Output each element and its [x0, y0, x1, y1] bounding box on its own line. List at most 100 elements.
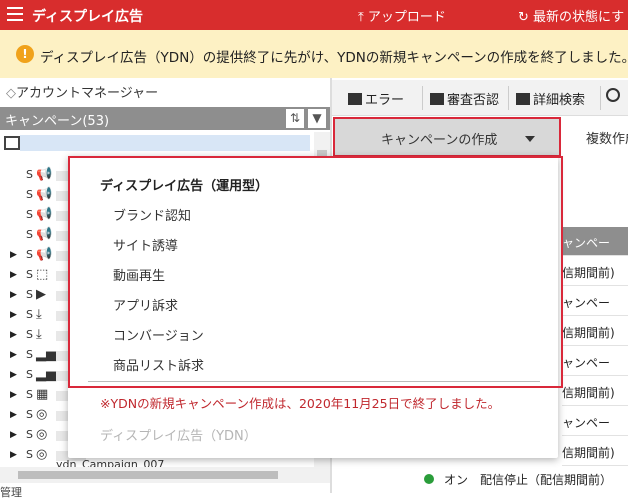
table-cell: 信期間前): [562, 317, 628, 346]
dropdown-item[interactable]: 動画再生: [113, 265, 165, 284]
cell-text: ャンペー: [562, 236, 611, 250]
upload-button[interactable]: ⤒ アップロード: [358, 6, 446, 25]
toolbar-divider: [600, 86, 601, 110]
upload-icon: ⤒: [358, 10, 368, 25]
detail-search-label: 詳細検索: [533, 93, 586, 108]
expand-arrow-icon[interactable]: ▶: [10, 290, 17, 300]
status-on-label: オン: [444, 473, 469, 487]
dropdown-item-ydn-disabled: ディスプレイ広告（YDN）: [100, 429, 257, 444]
table-cell: 信期間前): [562, 377, 628, 406]
dropdown-item[interactable]: ブランド認知: [113, 205, 191, 224]
top-bar: ディスプレイ広告 ⤒ アップロード ↻ 最新の状態にす: [0, 0, 628, 30]
account-manager-label: アカウントマネージャー: [16, 86, 159, 101]
tree-item-prefix: S: [26, 348, 33, 361]
megaphone-icon: 📢: [36, 167, 53, 182]
megaphone-icon: 📢: [36, 187, 53, 202]
refresh-label: 最新の状態にす: [533, 10, 625, 25]
cell-text: 信期間前): [562, 446, 615, 460]
cell-text: 信期間前): [562, 266, 615, 280]
expand-arrow-icon[interactable]: ▶: [10, 310, 17, 320]
selected-row-highlight: [20, 135, 310, 151]
app-title: ディスプレイ広告: [32, 9, 144, 25]
horizontal-scrollbar[interactable]: [0, 467, 330, 483]
create-campaign-button[interactable]: キャンペーンの作成: [333, 117, 561, 157]
expand-arrow-icon[interactable]: ▶: [10, 270, 17, 280]
error-filter-button[interactable]: エラー: [348, 89, 404, 108]
error-icon: [348, 93, 362, 105]
megaphone-icon: 📢: [36, 227, 53, 242]
diamond-icon: ◇: [6, 86, 16, 101]
cursor-icon: ⬚: [36, 267, 49, 282]
tree-item-prefix: S: [26, 208, 33, 221]
expand-arrow-icon[interactable]: ▶: [10, 250, 17, 260]
tree-item-prefix: S: [26, 228, 33, 241]
scroll-thumb-horizontal[interactable]: [18, 471, 278, 479]
target-icon: ◎: [36, 427, 48, 442]
tree-item-prefix: S: [26, 388, 33, 401]
review-rejected-label: 審査否認: [447, 93, 500, 108]
expand-arrow-icon[interactable]: ▶: [10, 370, 17, 380]
account-manager-link[interactable]: ◇アカウントマネージャー: [6, 82, 158, 101]
tree-root-row[interactable]: [0, 132, 330, 154]
tree-item-prefix: S: [26, 248, 33, 261]
tree-item-prefix: S: [26, 268, 33, 281]
table-cell: ャンペー: [562, 407, 628, 436]
tree-item-label: ydn_Campaign_007: [56, 458, 165, 467]
chevron-down-icon: [525, 136, 535, 142]
bar-chart-icon: ▂▅: [36, 367, 56, 382]
refresh-button[interactable]: ↻ 最新の状態にす: [518, 6, 624, 25]
play-icon: ▶: [36, 287, 46, 302]
target-icon: ◎: [36, 407, 48, 422]
grid-icon: ▦: [36, 387, 49, 402]
tree-item-prefix: S: [26, 188, 33, 201]
download-icon: ⤓: [36, 327, 42, 342]
status-on-icon: [424, 474, 434, 484]
filter-icon[interactable]: ▼: [308, 109, 326, 128]
expand-arrow-icon[interactable]: ▶: [10, 450, 17, 460]
dropdown-item[interactable]: アプリ訴求: [113, 295, 178, 314]
dropdown-divider: [88, 381, 540, 382]
table-view-icon[interactable]: [4, 136, 20, 150]
cell-text: 信期間前): [562, 326, 615, 340]
expand-arrow-icon[interactable]: ▶: [10, 410, 17, 420]
notice-text: ディスプレイ広告（YDN）の提供終了に先がけ、YDNの新規キャンペーンの作成を終…: [40, 50, 628, 66]
table-cell: ャンペー: [562, 287, 628, 316]
tree-item-prefix: S: [26, 368, 33, 381]
bulk-create-button[interactable]: 複数作成: [586, 128, 628, 147]
detail-search-button[interactable]: 詳細検索: [516, 89, 585, 108]
detail-search-icon: [516, 93, 530, 105]
sort-icon[interactable]: ⇅: [286, 109, 304, 128]
error-label: エラー: [365, 93, 405, 108]
search-icon[interactable]: [606, 88, 620, 102]
info-icon: !: [16, 45, 34, 63]
cell-text: ャンペー: [562, 356, 611, 370]
expand-arrow-icon[interactable]: ▶: [10, 350, 17, 360]
dropdown-item[interactable]: 商品リスト訴求: [113, 355, 204, 374]
tree-item-prefix: S: [26, 288, 33, 301]
expand-arrow-icon[interactable]: ▶: [10, 390, 17, 400]
hamburger-menu-icon[interactable]: [7, 7, 23, 21]
dropdown-item[interactable]: サイト誘導: [113, 235, 178, 254]
target-icon: ◎: [36, 447, 48, 462]
megaphone-icon: 📢: [36, 207, 53, 222]
expand-arrow-icon[interactable]: ▶: [10, 330, 17, 340]
review-rejected-button[interactable]: 審査否認: [430, 89, 499, 108]
dropdown-item[interactable]: コンバージョン: [113, 325, 204, 344]
toolbar-divider: [422, 86, 423, 110]
dropdown-section-heading: ディスプレイ広告（運用型）: [100, 179, 269, 194]
table-row[interactable]: オン 配信停止（配信期間前）: [416, 466, 628, 493]
expand-arrow-icon[interactable]: ▶: [10, 430, 17, 440]
campaign-count-label: キャンペーン(53): [5, 114, 110, 129]
ydn-end-notice: ※YDNの新規キャンペーン作成は、2020年11月25日で終了しました。: [100, 396, 501, 411]
review-rejected-icon: [430, 93, 444, 105]
create-campaign-label: キャンペーンの作成: [381, 133, 498, 148]
tree-item-prefix: S: [26, 328, 33, 341]
cell-text: ャンペー: [562, 296, 611, 310]
tree-item-prefix: S: [26, 428, 33, 441]
bar-chart-icon: ▂▅: [36, 347, 56, 362]
tree-item-prefix: S: [26, 308, 33, 321]
tree-item-prefix: S: [26, 408, 33, 421]
delivery-status: 配信停止（配信期間前）: [480, 473, 613, 487]
table-cell: ャンペー: [562, 347, 628, 376]
column-header: ャンペー: [562, 227, 628, 256]
